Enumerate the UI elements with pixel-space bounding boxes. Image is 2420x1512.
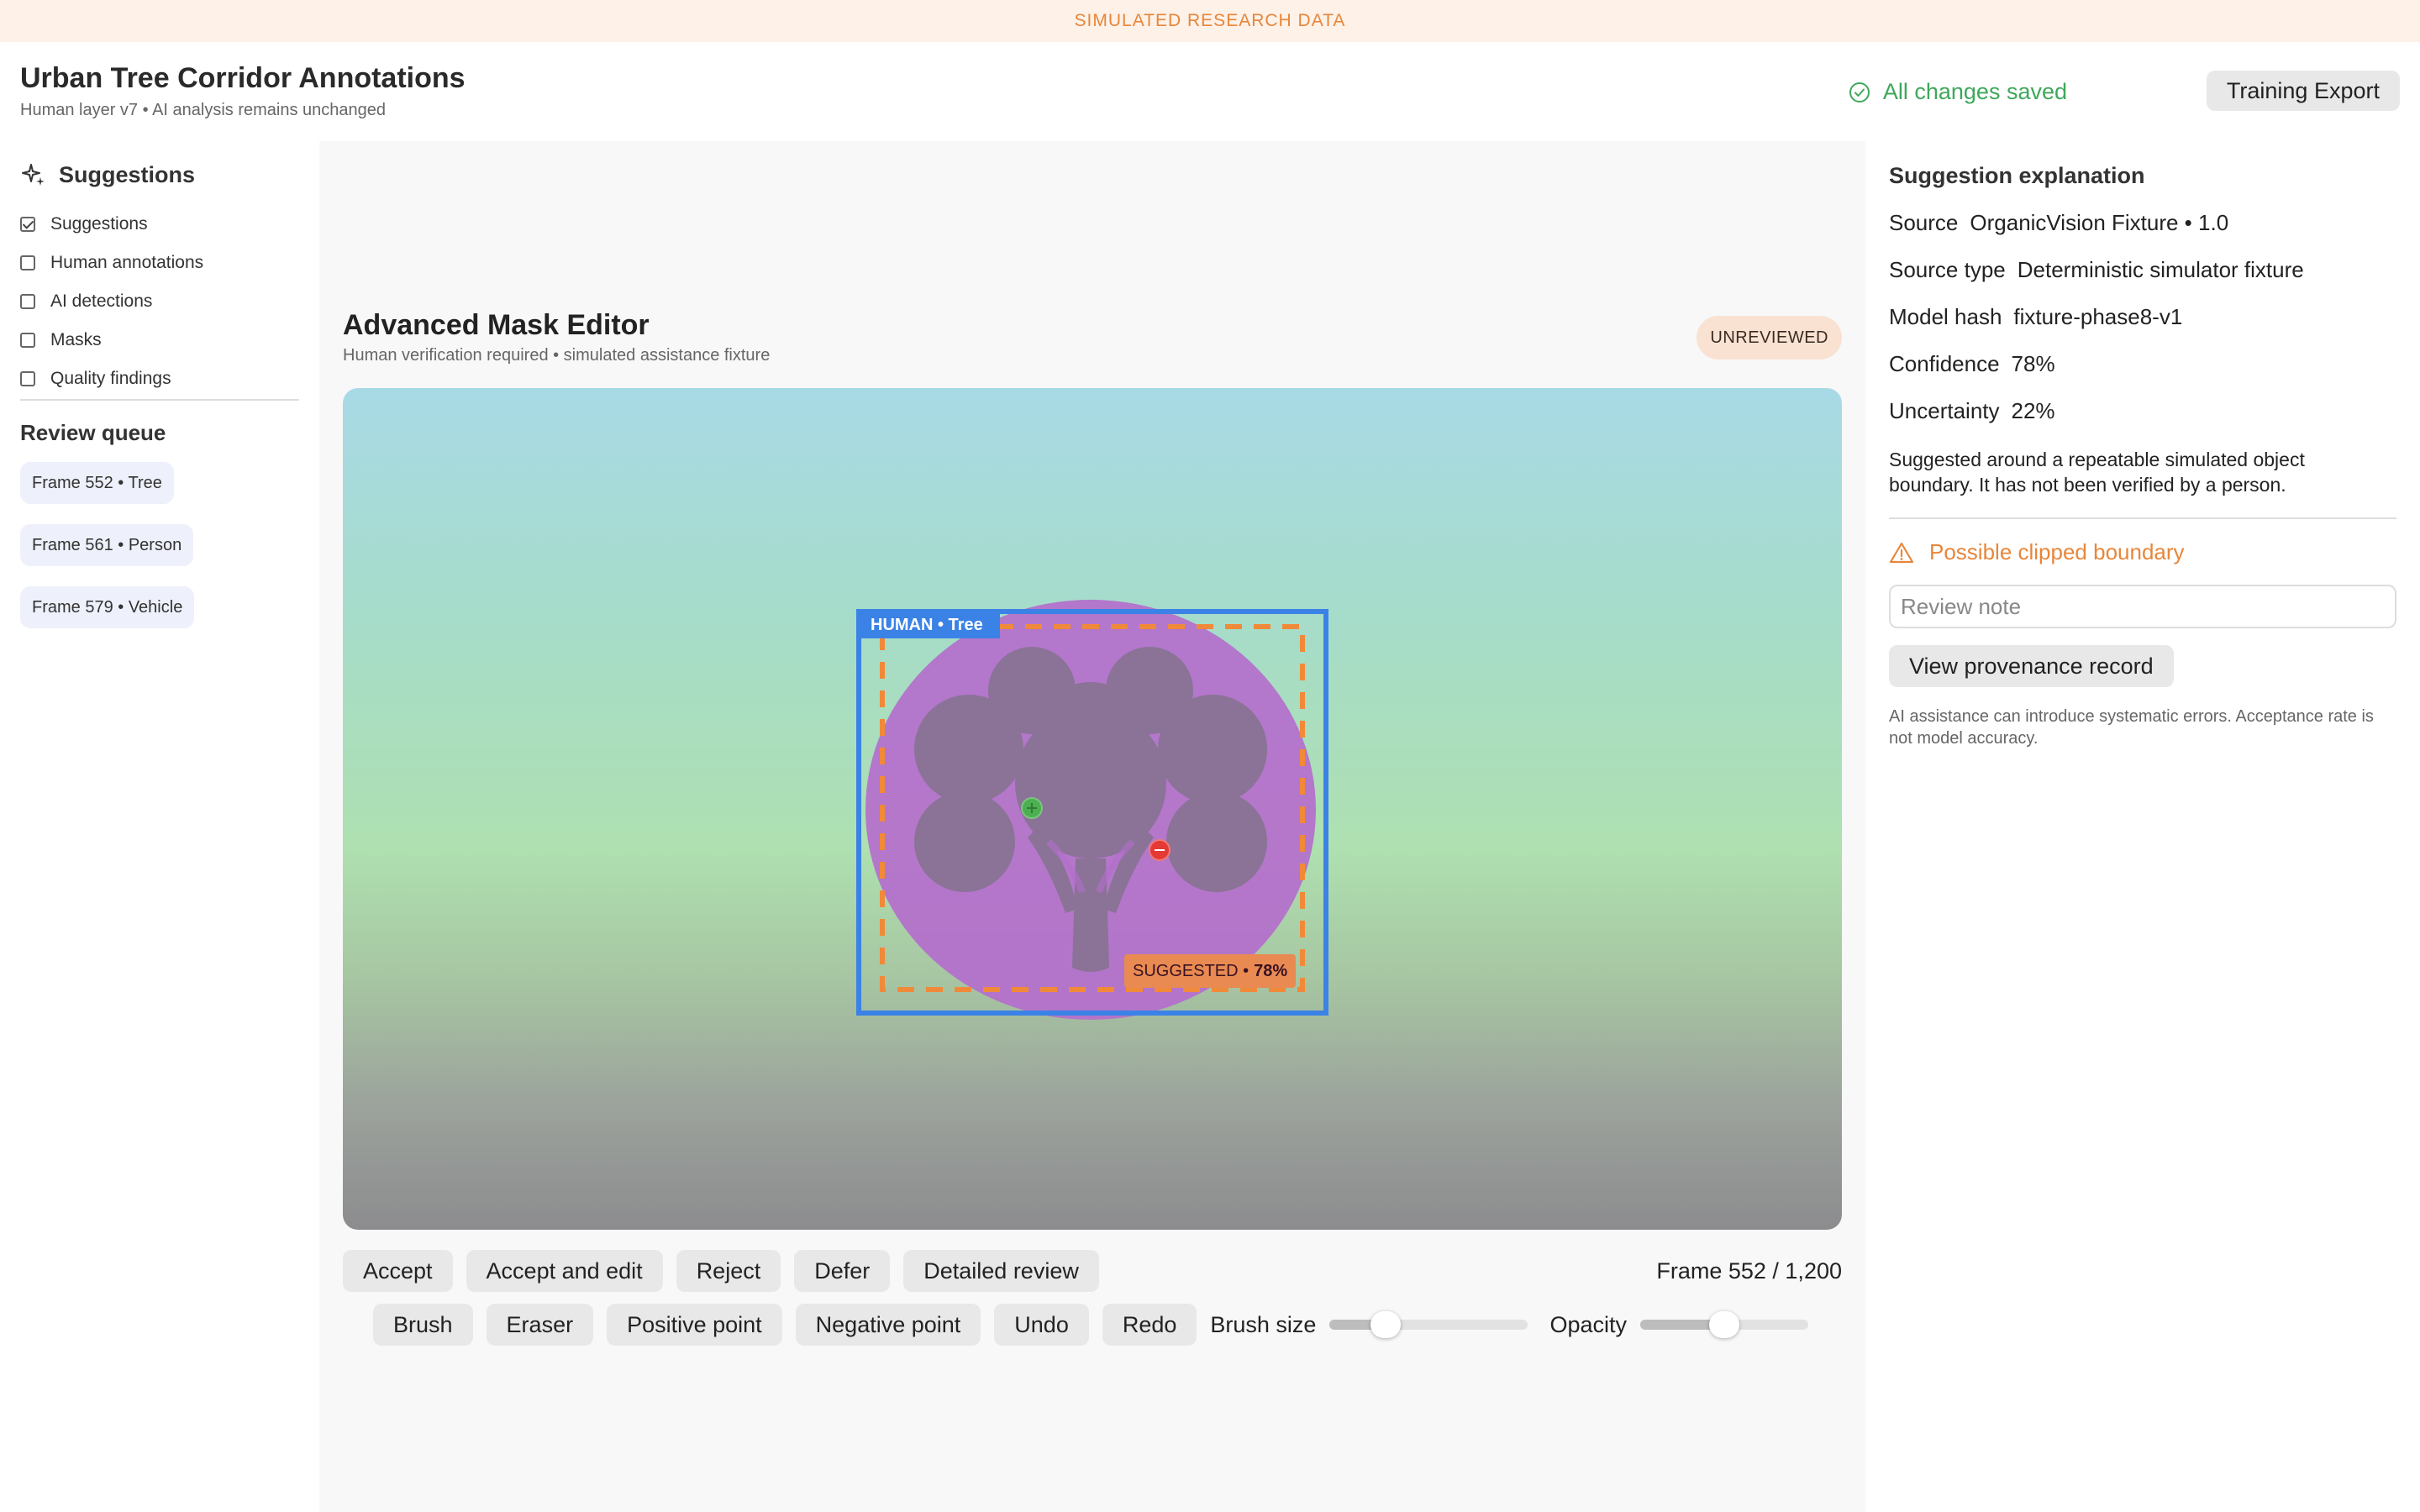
simulated-data-banner: SIMULATED RESEARCH DATA — [0, 0, 2420, 42]
sidebar-title: Suggestions — [20, 161, 195, 188]
review-note-input[interactable] — [1889, 585, 2396, 628]
positive-point-tool-button[interactable]: Positive point — [607, 1304, 782, 1346]
quality-warning: Possible clipped boundary — [1889, 539, 2185, 565]
brush-size-slider[interactable] — [1329, 1311, 1528, 1338]
positive-point[interactable] — [1021, 797, 1043, 819]
detail-value: 22% — [2011, 398, 2055, 423]
detail-key: Model hash — [1889, 304, 2002, 329]
detail-value: Deterministic simulator fixture — [2017, 257, 2304, 282]
sidebar-divider — [20, 399, 299, 401]
accept-button[interactable]: Accept — [343, 1250, 453, 1292]
brush-tool-button[interactable]: Brush — [373, 1304, 473, 1346]
detailed-review-button[interactable]: Detailed review — [903, 1250, 1099, 1292]
mask-tools: Brush Eraser Positive point Negative point U… — [373, 1304, 1808, 1346]
redo-tool-button[interactable]: Redo — [1102, 1304, 1197, 1346]
detail-value: OrganicVision Fixture • 1.0 — [1970, 210, 2229, 235]
reject-button[interactable]: Reject — [676, 1250, 781, 1292]
undo-tool-button[interactable]: Undo — [994, 1304, 1089, 1346]
defer-button[interactable]: Defer — [794, 1250, 891, 1292]
page-subtitle: Human layer v7 • AI analysis remains unc… — [20, 101, 387, 119]
left-sidebar: Suggestions Suggestions Human annotations… — [0, 141, 319, 1512]
layer-toggle-quality-findings[interactable]: Quality findings — [20, 360, 203, 398]
layer-label: Suggestions — [50, 214, 148, 234]
image-canvas[interactable]: HUMAN • Tree SUGGESTED • 78% — [343, 388, 1842, 1230]
layer-toggle-human-annotations[interactable]: Human annotations — [20, 244, 203, 282]
explanation-description: Suggested around a repeatable simulated … — [1889, 449, 2305, 496]
detail-row-source: Source OrganicVision Fixture • 1.0 — [1889, 210, 2304, 257]
human-annotation-label: HUMAN • Tree — [859, 612, 1000, 638]
editor-subtitle: Human verification required • simulated … — [343, 346, 771, 365]
annotation-overlay — [856, 600, 1328, 1020]
layer-toggle-masks[interactable]: Masks — [20, 321, 203, 360]
layer-toggle-list: Suggestions Human annotations AI detection… — [20, 205, 203, 398]
brush-size-thumb[interactable] — [1370, 1311, 1401, 1338]
suggested-confidence: 78% — [1254, 961, 1288, 980]
detail-row-confidence: Confidence 78% — [1889, 351, 2304, 398]
training-export-button[interactable]: Training Export — [2206, 71, 2400, 111]
editor-title: Advanced Mask Editor — [343, 309, 650, 341]
save-status-text: All changes saved — [1882, 79, 2067, 104]
layer-label: Masks — [50, 330, 102, 349]
detail-key: Uncertainty — [1889, 398, 2000, 423]
detail-key: Source — [1889, 210, 1959, 235]
explanation-divider — [1889, 517, 2396, 519]
page-title: Urban Tree Corridor Annotations — [20, 62, 466, 94]
brush-size-label: Brush size — [1210, 1311, 1317, 1337]
queue-item[interactable]: Frame 561 • Person — [20, 524, 194, 566]
app-header: Urban Tree Corridor Annotations Human la… — [0, 42, 2420, 141]
explanation-title: Suggestion explanation — [1889, 163, 2145, 188]
layer-checkbox[interactable] — [20, 333, 35, 348]
warning-text: Possible clipped boundary — [1929, 539, 2185, 564]
layer-label: Quality findings — [50, 369, 171, 388]
suggested-annotation-label: SUGGESTED • 78% — [1124, 954, 1297, 988]
review-actions: Accept Accept and edit Reject Defer Detailed… — [343, 1250, 1099, 1292]
sparkle-icon — [22, 164, 45, 186]
layer-label: Human annotations — [50, 253, 204, 272]
detail-key: Source type — [1889, 257, 2006, 282]
ai-disclaimer: AI assistance can introduce systematic e… — [1889, 707, 2374, 748]
layer-checkbox[interactable] — [20, 294, 35, 309]
warning-triangle-icon — [1889, 542, 1914, 563]
suggested-label-text: SUGGESTED • — [1133, 961, 1249, 980]
queue-item[interactable]: Frame 552 • Tree — [20, 462, 174, 504]
banner-text: SIMULATED RESEARCH DATA — [1074, 11, 1346, 30]
frame-indicator: Frame 552 / 1,200 — [1656, 1258, 1842, 1284]
view-provenance-button[interactable]: View provenance record — [1889, 645, 2174, 687]
layer-toggle-suggestions[interactable]: Suggestions — [20, 205, 203, 244]
detail-value: 78% — [2011, 351, 2055, 376]
opacity-slider[interactable] — [1640, 1311, 1808, 1338]
editor-panel: Advanced Mask Editor Human verification … — [319, 141, 1865, 1512]
detail-row-model-hash: Model hash fixture-phase8-v1 — [1889, 304, 2304, 351]
detail-row-source-type: Source type Deterministic simulator fixtu… — [1889, 257, 2304, 304]
explanation-details: Source OrganicVision Fixture • 1.0 Source … — [1889, 210, 2304, 445]
accept-and-edit-button[interactable]: Accept and edit — [466, 1250, 663, 1292]
review-queue-list: Frame 552 • Tree Frame 561 • Person Frame … — [20, 462, 195, 628]
save-status: All changes saved — [1848, 79, 2067, 105]
sidebar-title-text: Suggestions — [59, 161, 196, 187]
detail-row-uncertainty: Uncertainty 22% — [1889, 398, 2304, 445]
detail-key: Confidence — [1889, 351, 2000, 376]
tool-button-group: Brush Eraser Positive point Negative point U… — [373, 1304, 1197, 1346]
opacity-label: Opacity — [1549, 1311, 1627, 1337]
detail-value: fixture-phase8-v1 — [2013, 304, 2183, 329]
queue-item[interactable]: Frame 579 • Vehicle — [20, 586, 195, 628]
layer-checkbox[interactable] — [20, 371, 35, 386]
opacity-thumb[interactable] — [1709, 1311, 1739, 1338]
check-circle-icon — [1849, 81, 1870, 102]
layer-label: AI detections — [50, 291, 153, 311]
suggestion-explanation-panel: Suggestion explanation Source OrganicVisi… — [1865, 141, 2420, 1512]
eraser-tool-button[interactable]: Eraser — [486, 1304, 594, 1346]
status-badge: UNREVIEWED — [1697, 316, 1842, 360]
layer-checkbox[interactable] — [20, 217, 35, 232]
review-queue-title: Review queue — [20, 420, 166, 445]
layer-toggle-ai-detections[interactable]: AI detections — [20, 282, 203, 321]
negative-point[interactable] — [1149, 839, 1171, 861]
negative-point-tool-button[interactable]: Negative point — [795, 1304, 981, 1346]
layer-checkbox[interactable] — [20, 255, 35, 270]
